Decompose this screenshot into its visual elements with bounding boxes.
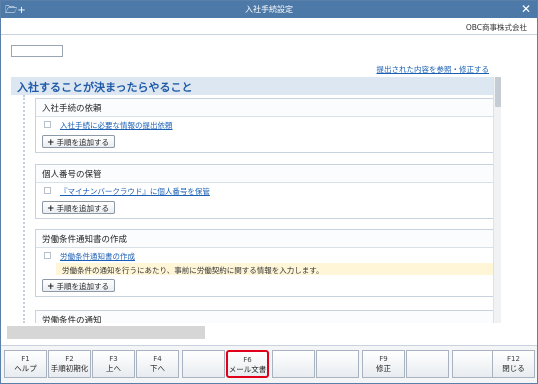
f2-reset-button[interactable]: F2 手順初期化 [48, 350, 91, 378]
fkey-code: F2 [65, 355, 74, 363]
f9-edit-button[interactable]: F9 修正 [362, 350, 405, 378]
add-step-label: 手順を追加する [56, 282, 110, 291]
fkey-code: F4 [153, 355, 162, 363]
divider [1, 34, 537, 35]
checkbox[interactable] [44, 187, 51, 194]
add-step-label: 手順を追加する [56, 138, 110, 147]
add-step-button[interactable]: + 手順を追加する [42, 135, 116, 148]
checkbox[interactable] [44, 121, 51, 128]
function-key-bar: F1 ヘルプ F2 手順初期化 F3 上へ F4 下へ F6 メール文書 F9 修正 F12… [1, 345, 537, 383]
task-section: 個人番号の保管 『マイナンバークラウド』に個人番号を保管 + 手順を追加する [35, 164, 501, 219]
plus-icon: + [47, 282, 55, 292]
section-title: 労働条件通知書の作成 [36, 230, 500, 248]
f5-blank-button[interactable] [182, 350, 225, 378]
task-note: 労働条件の通知を行うにあたり、事前に労働契約に関する情報を入力します。 [56, 263, 494, 275]
app-window: 🗁+ 入社手続設定 ✕ OBC商事株式会社 提出された内容を参照・修正する 入社… [0, 0, 538, 384]
f4-down-button[interactable]: F4 下へ [136, 350, 179, 378]
task-section: 労働条件の通知 [35, 310, 501, 323]
fkey-label: メール文書 [228, 365, 267, 374]
f3-up-button[interactable]: F3 上へ [92, 350, 135, 378]
search-input[interactable] [11, 45, 63, 57]
add-step-button[interactable]: + 手順を追加する [42, 279, 116, 292]
checkbox[interactable] [44, 252, 51, 259]
fkey-label: 下へ [150, 364, 165, 373]
fkey-code: F9 [379, 355, 388, 363]
task-section: 労働条件通知書の作成 労働条件通知書の作成 労働条件の通知を行うにあたり、事前に… [35, 229, 501, 297]
f6-mail-document-button[interactable]: F6 メール文書 [226, 350, 269, 378]
f12-close-button[interactable]: F12 閉じる [492, 350, 535, 378]
task-link[interactable]: 『マイナンバークラウド』に個人番号を保管 [60, 187, 210, 196]
f7-blank-button[interactable] [272, 350, 315, 378]
fkey-code: F3 [109, 355, 118, 363]
fkey-label: ヘルプ [14, 364, 37, 373]
task-link[interactable]: 労働条件通知書の作成 [60, 252, 135, 261]
f10-blank-button[interactable] [406, 350, 449, 378]
fkey-code: F6 [243, 356, 252, 364]
page-title: 入社することが決まったらやること [11, 77, 499, 95]
timeline-dots [23, 95, 29, 323]
add-step-label: 手順を追加する [56, 204, 110, 213]
close-icon[interactable]: ✕ [521, 2, 531, 16]
window-title: 入社手続設定 [245, 5, 293, 14]
fkey-label: 手順初期化 [50, 364, 89, 373]
status-bar [7, 326, 205, 339]
plus-icon: + [47, 138, 55, 148]
plus-icon: + [47, 204, 55, 214]
scrollbar-thumb[interactable] [495, 77, 501, 107]
company-name: OBC商事株式会社 [465, 23, 527, 32]
list-item: 『マイナンバークラウド』に個人番号を保管 [36, 183, 500, 197]
task-link[interactable]: 入社手続に必要な情報の提出依頼 [60, 121, 173, 130]
task-section: 入社手続の依頼 入社手続に必要な情報の提出依頼 + 手順を追加する [35, 98, 501, 153]
reference-link[interactable]: 提出された内容を参照・修正する [377, 64, 490, 75]
fkey-label: 閉じる [502, 364, 525, 373]
add-step-button[interactable]: + 手順を追加する [42, 201, 116, 214]
fkey-label: 修正 [376, 364, 391, 373]
section-title: 個人番号の保管 [36, 165, 500, 183]
f1-help-button[interactable]: F1 ヘルプ [4, 350, 47, 378]
list-item: 入社手続に必要な情報の提出依頼 [36, 117, 500, 131]
fkey-code: F1 [21, 355, 30, 363]
list-item: 労働条件通知書の作成 [36, 248, 500, 262]
task-list: 入社手続の依頼 入社手続に必要な情報の提出依頼 + 手順を追加する 個人番号の保管… [11, 95, 503, 323]
fkey-code: F12 [507, 355, 520, 363]
f8-blank-button[interactable] [316, 350, 359, 378]
section-title: 入社手続の依頼 [36, 99, 500, 117]
scrollbar[interactable] [493, 77, 501, 323]
f11-blank-button[interactable] [452, 350, 495, 378]
section-title: 労働条件の通知 [36, 311, 500, 323]
fkey-label: 上へ [106, 364, 121, 373]
title-bar: 🗁+ 入社手続設定 ✕ [1, 1, 537, 18]
